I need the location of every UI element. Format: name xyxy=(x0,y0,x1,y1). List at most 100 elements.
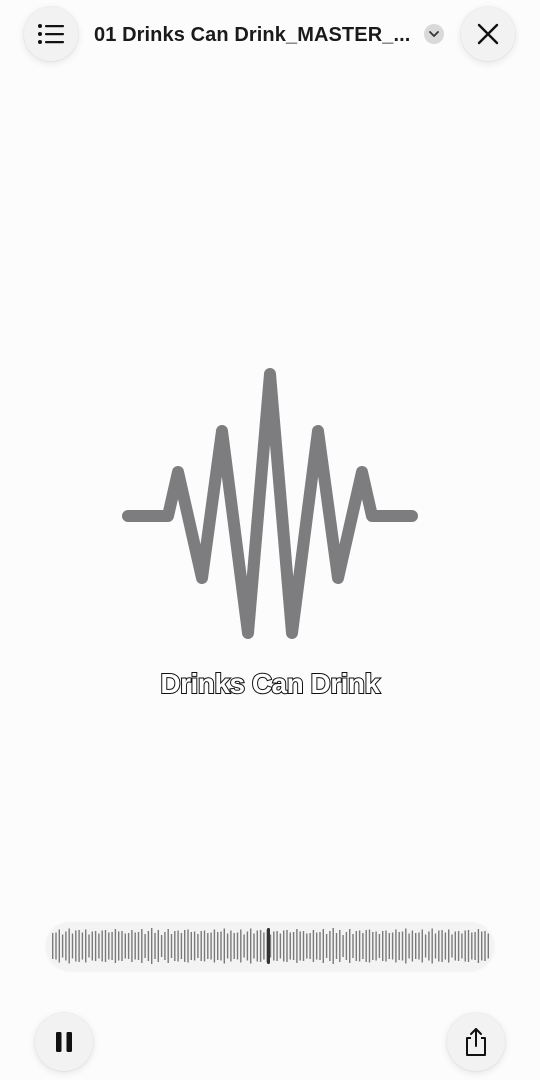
waveform-bar xyxy=(184,930,186,962)
waveform-bar xyxy=(78,930,80,962)
recording-title: 01 Drinks Can Drink_MASTER_... xyxy=(94,23,411,46)
waveform-bar xyxy=(259,930,262,962)
waveform-bar xyxy=(269,934,272,958)
waveform-bar xyxy=(292,932,295,960)
waveform-bar xyxy=(111,932,113,960)
waveform-bar xyxy=(108,932,110,960)
list-icon xyxy=(38,24,64,44)
waveform-bar xyxy=(411,930,414,962)
recording-title-dropdown[interactable]: 01 Drinks Can Drink_MASTER_... xyxy=(94,18,449,52)
share-button[interactable] xyxy=(447,1013,505,1071)
waveform-bar xyxy=(68,928,70,964)
menu-button[interactable] xyxy=(24,7,78,61)
waveform-bar xyxy=(75,930,77,962)
waveform-bar xyxy=(418,932,420,960)
waveform-bar xyxy=(91,931,93,961)
waveform-bar xyxy=(319,932,321,960)
artwork xyxy=(120,368,420,640)
waveform-bar xyxy=(55,932,57,960)
waveform-bar xyxy=(481,931,483,961)
waveform-bar xyxy=(71,933,74,959)
waveform-bar xyxy=(434,933,437,959)
waveform-bar xyxy=(451,934,453,958)
waveform-bar xyxy=(405,928,407,964)
audio-waveform-scrubber[interactable] xyxy=(46,922,494,970)
waveform-bar xyxy=(368,929,371,963)
waveform-bar xyxy=(296,929,298,963)
playhead[interactable] xyxy=(267,928,270,964)
waveform-bar xyxy=(174,931,176,961)
waveform-bar xyxy=(322,929,324,963)
waveform-bar xyxy=(329,931,331,961)
waveform-bar xyxy=(306,933,308,959)
waveform-bar xyxy=(316,932,318,960)
waveform-bar xyxy=(302,931,305,961)
waveform-bar xyxy=(477,929,480,963)
waveform-bar xyxy=(448,929,450,963)
waveform-bar xyxy=(372,932,374,960)
chevron-down-icon xyxy=(424,24,444,44)
waveform-bar xyxy=(408,933,410,959)
waveform-bar xyxy=(474,932,476,960)
waveform-bar xyxy=(167,929,169,963)
waveform-bar xyxy=(454,931,456,961)
waveform-bar xyxy=(339,930,341,962)
waveform-bar xyxy=(441,930,443,962)
waveform-bar xyxy=(263,932,265,960)
waveform-bar xyxy=(170,934,173,958)
waveform-bar xyxy=(421,929,423,963)
waveform-bar xyxy=(144,934,146,958)
waveform-bar xyxy=(200,931,202,961)
waveform-bar xyxy=(246,931,249,961)
waveform-bars xyxy=(52,928,489,964)
artwork-caption: Drinks Can Drink xyxy=(159,667,381,700)
waveform-bar xyxy=(114,929,117,963)
waveform-bar xyxy=(243,934,245,958)
waveform-bar xyxy=(398,932,400,960)
close-button[interactable] xyxy=(461,7,515,61)
waveform-bar xyxy=(121,931,123,961)
waveform-bar xyxy=(85,929,87,963)
share-icon xyxy=(466,1028,486,1056)
waveform-bar xyxy=(101,930,103,962)
waveform-bar xyxy=(273,931,275,961)
waveform-bar xyxy=(355,931,357,961)
waveform-bar xyxy=(345,932,348,960)
waveform-bar xyxy=(203,930,206,962)
waveform-bar xyxy=(180,933,183,959)
waveform-bar xyxy=(81,932,84,960)
waveform-bar xyxy=(286,930,288,962)
pause-button[interactable] xyxy=(35,1013,93,1071)
waveform-bar xyxy=(467,930,470,962)
waveform-bar xyxy=(428,931,430,961)
waveform-bar xyxy=(137,932,140,960)
waveform-bar xyxy=(118,931,120,961)
waveform-bar xyxy=(362,933,364,959)
waveform-bar xyxy=(299,931,301,961)
waveform-bar xyxy=(160,935,163,957)
waveform-bar xyxy=(164,932,166,960)
waveform-bar xyxy=(217,932,219,960)
waveform-bar xyxy=(250,928,252,964)
waveform-bar xyxy=(253,933,255,959)
waveform-bar xyxy=(230,930,232,962)
waveform-bar xyxy=(124,933,126,959)
waveform-bar xyxy=(461,933,463,959)
waveform-bar xyxy=(177,930,179,962)
waveform-bar xyxy=(94,931,97,961)
waveform-bar xyxy=(58,929,60,963)
waveform-bar xyxy=(415,933,417,959)
pause-icon xyxy=(56,1032,72,1052)
waveform-bar xyxy=(444,932,447,960)
waveform-bar xyxy=(401,931,404,961)
waveform-bar xyxy=(213,929,216,963)
waveform-bar xyxy=(464,930,466,962)
waveform-bar xyxy=(312,930,315,962)
waveform-bar xyxy=(154,933,156,959)
waveform-bar xyxy=(484,931,486,961)
waveform-bar xyxy=(147,931,150,961)
waveform-bar xyxy=(127,933,130,959)
waveform-bar xyxy=(283,930,285,962)
waveform-bar xyxy=(233,933,235,959)
waveform-bar xyxy=(256,930,258,962)
